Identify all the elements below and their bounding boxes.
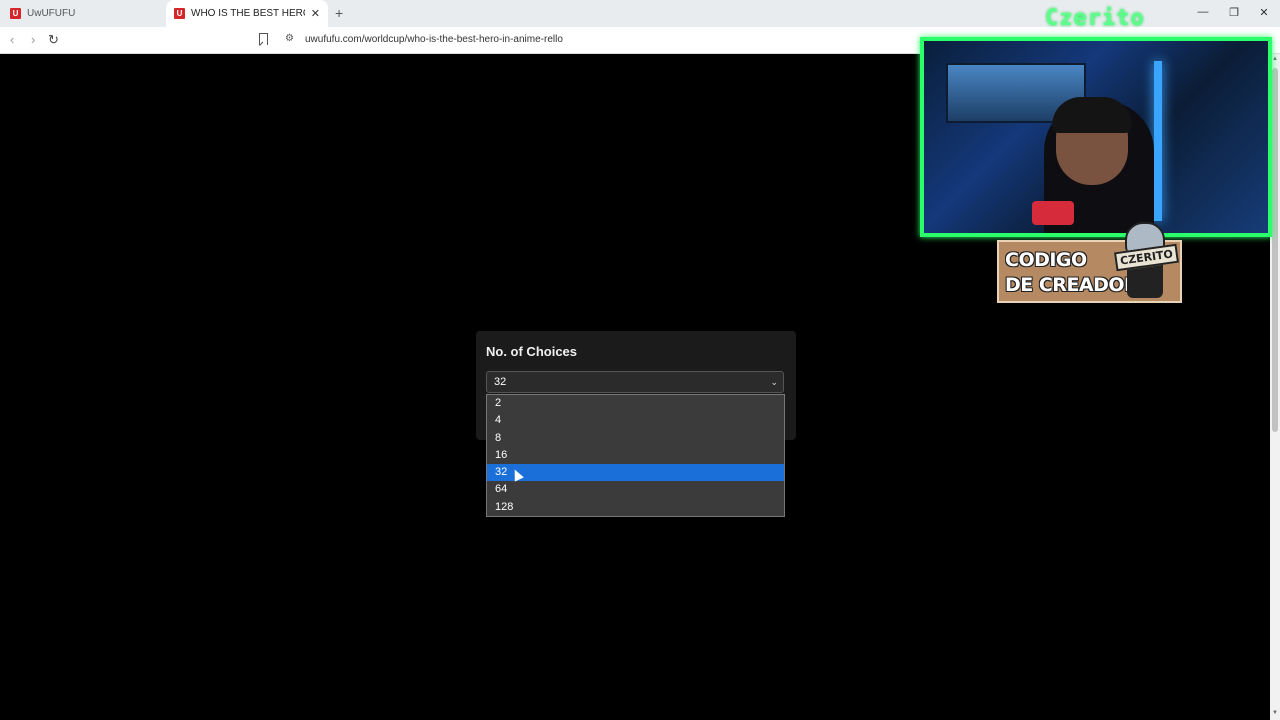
webcam-light — [1154, 61, 1162, 221]
dropdown-option-2[interactable]: 2 — [487, 395, 784, 412]
card-title: No. of Choices — [486, 344, 578, 359]
minimize-button[interactable]: — — [1193, 6, 1213, 18]
scroll-up-icon[interactable]: ▲ — [1272, 56, 1278, 62]
site-info-icon[interactable]: ⚙ — [285, 33, 294, 44]
dropdown-option-8[interactable]: 8 — [487, 430, 784, 447]
reload-button[interactable]: ↻ — [48, 32, 59, 48]
dropdown-option-64[interactable]: 64 — [487, 481, 784, 498]
scroll-down-icon[interactable]: ▼ — [1272, 710, 1278, 716]
tab-uwufufu[interactable]: U UwUFUFU — [0, 0, 164, 27]
uwufufu-favicon-icon: U — [10, 8, 21, 19]
scroll-thumb[interactable] — [1272, 68, 1278, 432]
chevron-down-icon: ⌄ — [770, 377, 778, 387]
tab-title: WHO IS THE BEST HERO IN ANIME — [191, 8, 305, 19]
select-value: 32 — [494, 376, 507, 388]
bookmark-icon[interactable] — [259, 33, 268, 45]
choices-dropdown-list: 2 4 8 16 32 64 128 — [486, 394, 785, 517]
new-tab-button[interactable]: + — [335, 5, 343, 21]
dropdown-option-32[interactable]: 32 — [487, 464, 784, 482]
webcam-hair — [1052, 97, 1132, 133]
address-bar[interactable]: uwufufu.com/worldcup/who-is-the-best-her… — [305, 34, 563, 45]
back-button[interactable]: ‹ — [10, 32, 14, 47]
webcam-feed — [920, 37, 1272, 237]
creator-code-banner: CODIGO DE CREADOR CZERITO — [997, 222, 1182, 303]
maximize-button[interactable]: ❐ — [1224, 6, 1244, 19]
uwufufu-favicon-icon: U — [174, 8, 185, 19]
close-window-button[interactable]: ✕ — [1254, 6, 1274, 19]
dropdown-option-128[interactable]: 128 — [487, 499, 784, 516]
streamer-name: Czerito — [1045, 6, 1145, 31]
tab-worldcup[interactable]: U WHO IS THE BEST HERO IN ANIME ✕ — [166, 0, 328, 27]
close-tab-icon[interactable]: ✕ — [311, 7, 320, 20]
choices-select[interactable]: 32 ⌄ — [486, 371, 784, 393]
tab-title: UwUFUFU — [27, 8, 76, 19]
dropdown-option-16[interactable]: 16 — [487, 447, 784, 464]
dropdown-option-4[interactable]: 4 — [487, 412, 784, 429]
forward-button[interactable]: › — [31, 32, 35, 47]
microphone-icon — [1032, 201, 1074, 225]
creator-avatar: CZERITO — [1113, 222, 1179, 300]
